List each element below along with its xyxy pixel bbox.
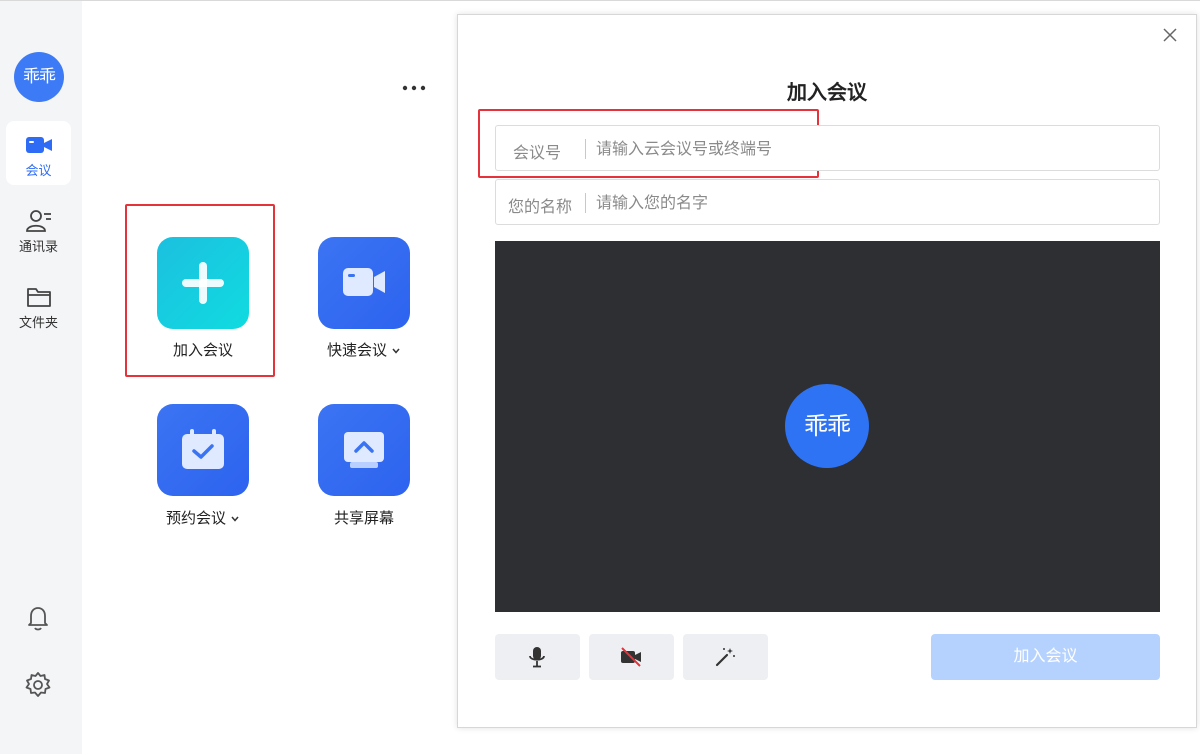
meeting-id-input[interactable] [596,134,1116,162]
display-name-label: 您的名称 [508,197,573,216]
sidebar-item-label: 通讯录 [18,240,58,255]
folder-icon [26,288,51,307]
share-screen-tile[interactable] [318,404,410,496]
sidebar-item-contacts[interactable]: 通讯录 [6,197,71,261]
sidebar-item-label: 会议 [25,164,52,179]
video-camera-icon [343,268,385,296]
video-camera-icon [25,137,52,153]
camera-toggle-button[interactable] [589,634,674,680]
field-divider [585,193,586,213]
window-top-border [0,0,1200,1]
sidebar [0,1,82,754]
schedule-meeting-tile[interactable] [157,404,249,496]
preview-avatar: 乖乖 [785,384,869,468]
screen-share-icon [344,432,384,468]
camera-off-icon [621,647,641,667]
gear-icon[interactable] [24,671,52,699]
quick-meeting-tile[interactable] [318,237,410,329]
quick-meeting-label: 快速会议 [326,341,387,359]
contacts-icon [25,210,51,232]
share-screen-label[interactable]: 共享屏幕 [303,507,425,528]
sidebar-item-label: 文件夹 [18,316,58,331]
display-name-input[interactable] [596,188,1116,216]
dialog-title: 加入会议 [787,80,867,104]
meeting-id-label: 会议号 [513,143,562,162]
bell-icon[interactable] [24,604,52,632]
microphone-toggle-button[interactable] [495,634,580,680]
join-meeting-button[interactable]: 加入会议 [931,634,1160,680]
more-horizontal-icon[interactable] [400,80,428,96]
schedule-meeting-label: 预约会议 [165,509,226,527]
join-meeting-label[interactable]: 加入会议 [142,339,264,360]
meeting-id-field[interactable]: 会议号 [495,125,1160,171]
display-name-field[interactable]: 您的名称 [495,179,1160,225]
sidebar-item-folder[interactable]: 文件夹 [6,273,71,337]
join-meeting-tile[interactable] [157,237,249,329]
beauty-effects-button[interactable] [683,634,768,680]
avatar[interactable]: 乖乖 [14,52,64,102]
chevron-down-icon [231,516,239,522]
microphone-icon [529,647,545,668]
magic-wand-icon [715,648,735,667]
schedule-meeting-dropdown[interactable]: 预约会议 [142,507,264,528]
close-icon[interactable] [1161,26,1179,44]
plus-icon [182,262,224,304]
quick-meeting-dropdown[interactable]: 快速会议 [303,339,425,360]
chevron-down-icon [392,348,400,354]
calendar-check-icon [182,429,224,469]
sidebar-item-meetings[interactable]: 会议 [6,121,71,185]
field-divider [585,139,586,159]
